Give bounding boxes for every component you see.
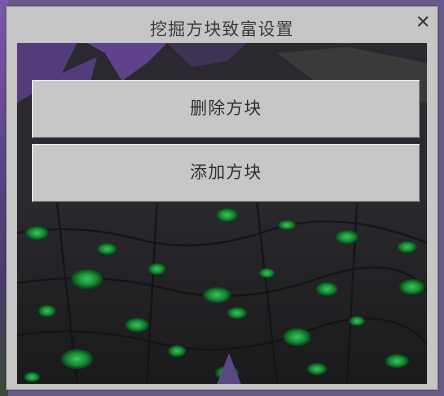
delete-block-button[interactable]: 删除方块: [32, 80, 420, 138]
dialog-title: 挖掘方块致富设置: [150, 20, 294, 40]
settings-dialog: 挖掘方块致富设置 ✕ 删除方块 添加方块: [6, 6, 438, 390]
close-icon[interactable]: ✕: [413, 13, 433, 33]
game-background-view: 删除方块 添加方块: [17, 43, 427, 384]
add-block-button[interactable]: 添加方块: [32, 144, 420, 202]
dialog-titlebar: 挖掘方块致富设置 ✕: [7, 7, 437, 43]
